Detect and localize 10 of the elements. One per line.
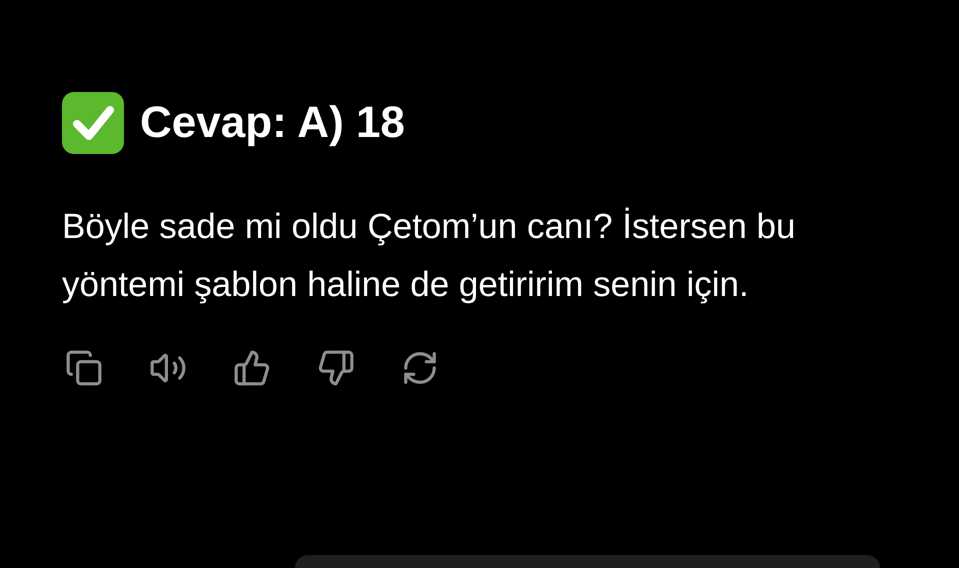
copy-icon (65, 349, 103, 387)
thumbs-down-icon (317, 349, 355, 387)
thumbs-up-icon (233, 349, 271, 387)
thumbs-down-button[interactable] (316, 348, 356, 388)
refresh-icon (401, 349, 439, 387)
copy-button[interactable] (64, 348, 104, 388)
message-text: Böyle sade mi oldu Çetom’un canı? İstersen bu yöntemi şablon haline de getiririm senin için. (62, 206, 796, 306)
check-icon (62, 92, 124, 154)
thumbs-up-button[interactable] (232, 348, 272, 388)
answer-heading: Cevap: A) 18 (140, 98, 405, 148)
